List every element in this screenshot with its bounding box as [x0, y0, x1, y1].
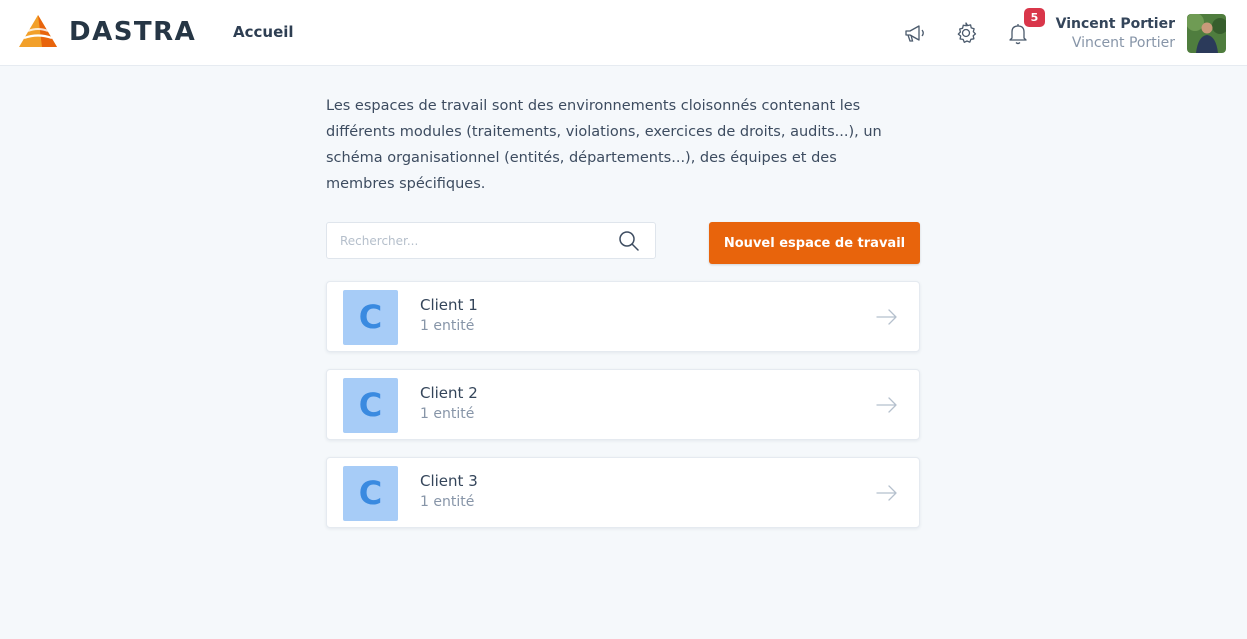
dastra-logo-icon: [19, 15, 57, 47]
workspaces-intro-text: Les espaces de travail sont des environn…: [326, 98, 882, 192]
workspace-name: Client 2: [420, 384, 478, 402]
search-icon[interactable]: [617, 229, 641, 257]
user-subtitle: Vincent Portier: [1071, 35, 1175, 51]
notification-badge: 5: [1024, 8, 1045, 27]
workspace-card[interactable]: C Client 2 1 entité: [326, 369, 920, 440]
arrow-right-icon[interactable]: [875, 484, 899, 506]
workspace-card[interactable]: C Client 1 1 entité: [326, 281, 920, 352]
workspace-avatar: C: [343, 466, 398, 521]
arrow-right-icon[interactable]: [875, 396, 899, 418]
workspace-entity-count: 1 entité: [420, 494, 475, 510]
megaphone-icon[interactable]: [902, 20, 928, 46]
search-box: [326, 222, 656, 259]
user-name[interactable]: Vincent Portier: [1056, 16, 1175, 32]
brand-name: DASTRA: [69, 17, 197, 47]
top-header: DASTRA Accueil 5 Vincent Portier Vincent…: [0, 0, 1247, 66]
arrow-right-icon[interactable]: [875, 308, 899, 330]
workspace-card[interactable]: C Client 3 1 entité: [326, 457, 920, 528]
workspace-name: Client 1: [420, 296, 478, 314]
search-input[interactable]: [327, 223, 607, 258]
brand-logo[interactable]: DASTRA: [18, 14, 196, 50]
avatar[interactable]: [1187, 14, 1226, 53]
workspace-avatar: C: [343, 378, 398, 433]
nav-home-link[interactable]: Accueil: [233, 23, 294, 41]
gear-icon[interactable]: [953, 20, 979, 46]
workspace-avatar: C: [343, 290, 398, 345]
workspace-entity-count: 1 entité: [420, 318, 475, 334]
workspace-name: Client 3: [420, 472, 478, 490]
new-workspace-button[interactable]: Nouvel espace de travail: [709, 222, 920, 264]
workspace-entity-count: 1 entité: [420, 406, 475, 422]
